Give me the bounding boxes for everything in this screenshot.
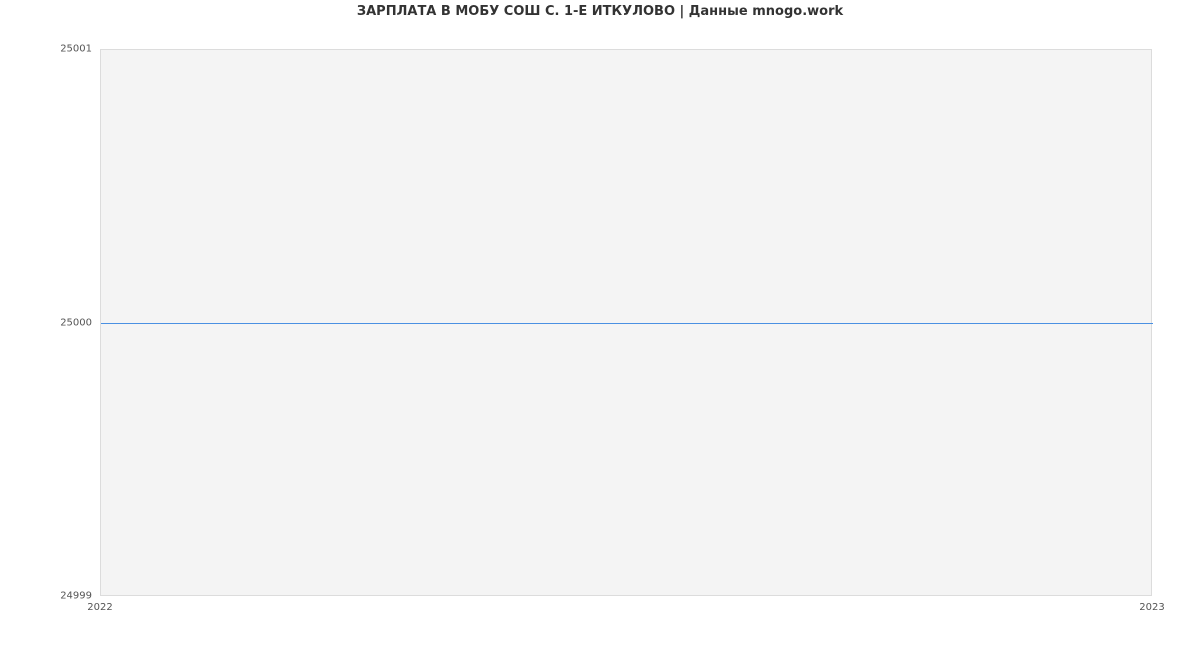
line-series-salary [101, 323, 1153, 324]
chart-title: ЗАРПЛАТА В МОБУ СОШ С. 1-Е ИТКУЛОВО | Да… [0, 4, 1200, 19]
ytick-24999: 24999 [52, 591, 92, 602]
xtick-2023: 2023 [1139, 602, 1164, 613]
ytick-25001: 25001 [52, 44, 92, 55]
plot-area [100, 49, 1152, 596]
ytick-25000: 25000 [52, 317, 92, 328]
xtick-2022: 2022 [87, 602, 112, 613]
